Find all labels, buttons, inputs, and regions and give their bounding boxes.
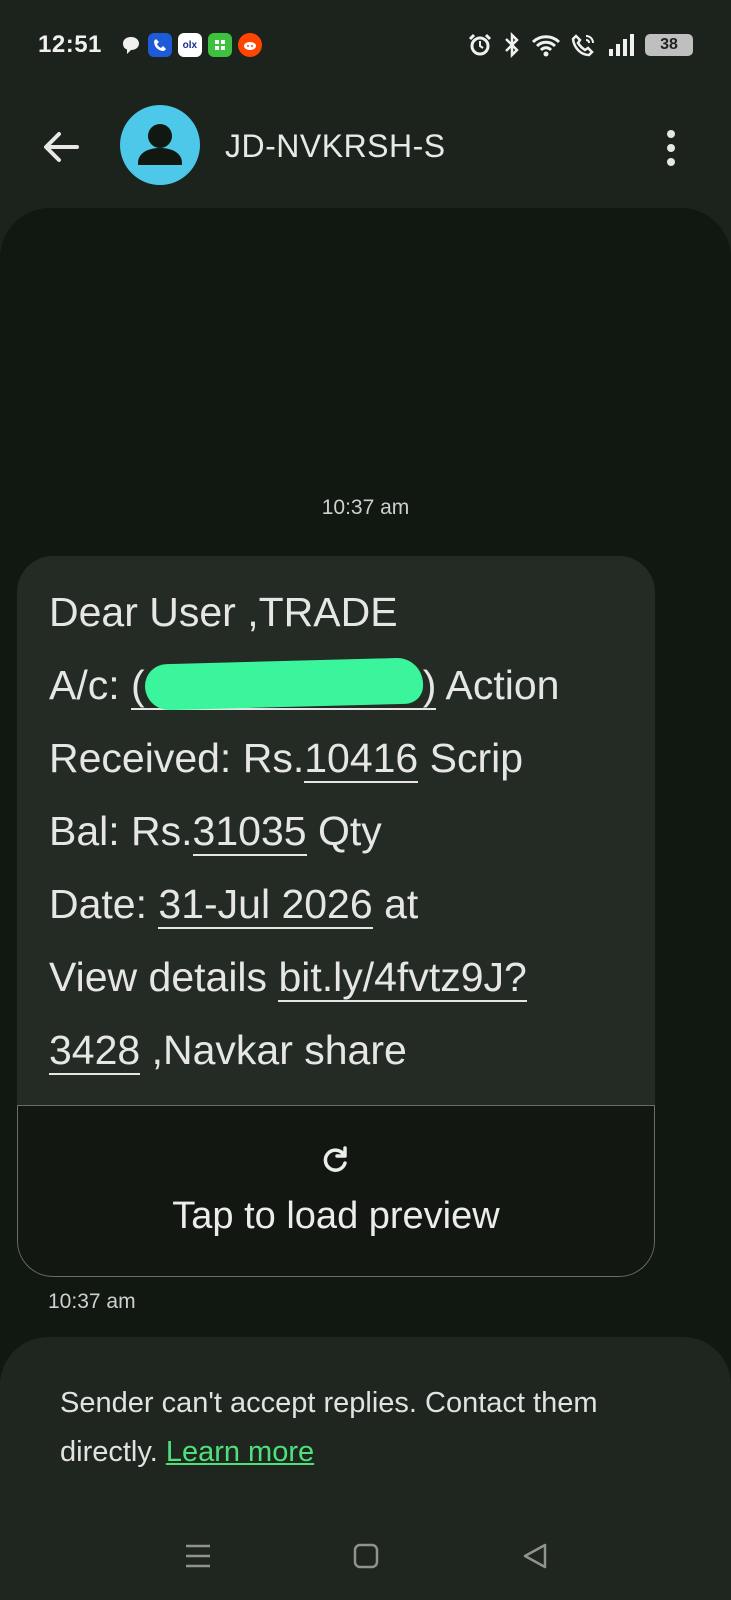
text: Qty <box>306 808 382 854</box>
text: ) <box>422 662 437 708</box>
back-nav-button[interactable] <box>515 1538 555 1574</box>
redaction-mark <box>144 657 424 711</box>
text: at <box>372 881 419 927</box>
more-options-button[interactable] <box>651 120 691 176</box>
learn-more-link[interactable]: Learn more <box>166 1436 314 1468</box>
status-bar: 12:51 olx 38 <box>0 0 731 90</box>
battery-icon: 38 <box>645 34 693 56</box>
message-text: Dear User ,TRADE A/c: () Action Received… <box>17 556 655 1105</box>
message-line: Date: 31-Jul 2026 at <box>49 868 625 941</box>
dot <box>667 144 675 152</box>
preview-label: Tap to load preview <box>172 1194 500 1237</box>
date-link[interactable]: 31-Jul 2026 <box>158 881 373 929</box>
url-link[interactable]: bit.ly/4fvtz9J? <box>278 954 527 1002</box>
notification-icons: olx <box>120 33 262 57</box>
reddit-icon <box>237 33 262 57</box>
url-link-continued[interactable]: 3428 <box>49 1027 141 1075</box>
text: ,Navkar share <box>140 1027 407 1073</box>
system-icons: 38 <box>467 32 693 58</box>
amount-link[interactable]: 10416 <box>304 735 419 783</box>
message-line: Bal: Rs.31035 Qty <box>49 795 625 868</box>
bluetooth-icon <box>505 32 519 58</box>
text: A/c: <box>49 662 132 708</box>
message-bubble[interactable]: Dear User ,TRADE A/c: () Action Received… <box>17 556 655 1277</box>
notice-text: Sender can't accept replies. Contact the… <box>60 1379 680 1477</box>
olx-icon: olx <box>177 33 202 57</box>
wifi-calling-icon <box>571 34 594 57</box>
green-app-icon <box>207 33 232 57</box>
balance-link[interactable]: 31035 <box>192 808 307 856</box>
alarm-icon <box>468 33 492 56</box>
text: Dear User ,TRADE <box>49 589 398 635</box>
screen: 12:51 olx 38 JD-NVKRSH-S 10:37 am Dear U… <box>0 0 731 1600</box>
account-number-link[interactable]: () <box>131 657 437 711</box>
contact-name[interactable]: JD-NVKRSH-S <box>225 128 446 165</box>
link-preview-button[interactable]: Tap to load preview <box>17 1105 655 1277</box>
wifi-icon <box>531 35 561 57</box>
avatar[interactable] <box>120 105 200 185</box>
recents-icon <box>186 1544 210 1568</box>
conversation-header: JD-NVKRSH-S <box>0 100 731 196</box>
message-line: Dear User ,TRADE <box>49 576 625 649</box>
back-button[interactable] <box>36 122 86 172</box>
message-line: 3428 ,Navkar share <box>49 1014 625 1087</box>
text: View details <box>49 954 279 1000</box>
reply-disabled-notice: Sender can't accept replies. Contact the… <box>0 1337 731 1600</box>
message-line: View details bit.ly/4fvtz9J? <box>49 941 625 1014</box>
text: ( <box>131 662 145 708</box>
message-timestamp: 10:37 am <box>48 1290 136 1313</box>
recents-button[interactable] <box>178 1538 218 1574</box>
text: Bal: Rs. <box>49 808 193 854</box>
message-line: Received: Rs.10416 Scrip <box>49 722 625 795</box>
refresh-icon <box>323 1145 347 1172</box>
home-button[interactable] <box>346 1538 386 1574</box>
arrow-left-icon <box>44 132 79 162</box>
navigation-bar <box>0 1510 731 1600</box>
message-line: A/c: () Action <box>49 649 625 722</box>
message-timestamp: 10:37 am <box>321 496 410 519</box>
dot <box>667 158 675 166</box>
phone-app-icon <box>147 33 172 57</box>
home-icon <box>353 1543 379 1569</box>
text: Date: <box>49 881 159 927</box>
text: Action <box>436 662 560 708</box>
triangle-back-icon <box>523 1543 547 1569</box>
signal-icon <box>609 34 634 56</box>
text: Received: Rs. <box>49 735 305 781</box>
notice-message: Sender can't accept replies. Contact the… <box>60 1387 598 1468</box>
text: Scrip <box>418 735 524 781</box>
chat-bubble-icon <box>122 37 139 54</box>
status-time: 12:51 <box>38 31 102 58</box>
dot <box>667 130 675 138</box>
person-icon <box>138 124 182 165</box>
